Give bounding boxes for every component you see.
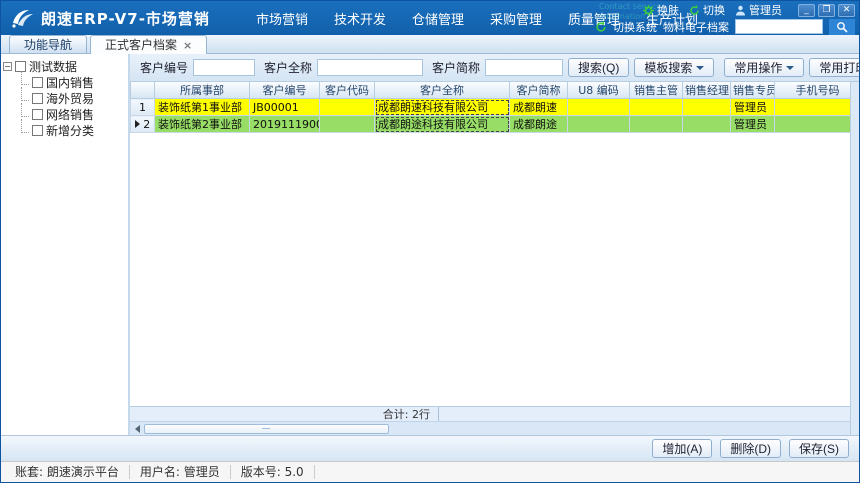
checkbox[interactable] bbox=[32, 77, 43, 88]
col-shortname[interactable]: 客户简称 bbox=[510, 82, 568, 99]
tree-node-new-category[interactable]: 新增分类 bbox=[17, 122, 126, 138]
search-go-button[interactable] bbox=[829, 19, 855, 35]
tab-close-icon[interactable]: × bbox=[183, 40, 192, 51]
action-bar: 增加(A) 删除(D) 保存(S) bbox=[1, 435, 859, 461]
current-row-icon bbox=[135, 120, 140, 128]
col-customer-code[interactable]: 客户代码 bbox=[320, 82, 375, 99]
category-tree: − 测试数据 国内销售 海外贸易 网络销售 新 bbox=[1, 54, 130, 435]
switch-system-icon bbox=[595, 21, 607, 33]
col-u8-code[interactable]: U8 编码 bbox=[568, 82, 630, 99]
user-icon bbox=[735, 5, 746, 16]
menu-item-tech[interactable]: 技术开发 bbox=[334, 9, 386, 28]
customer-no-label: 客户编号 bbox=[140, 59, 188, 76]
customer-no-input[interactable] bbox=[193, 59, 255, 76]
status-account: 账套: 朗速演示平台 bbox=[5, 465, 130, 479]
table-row[interactable]: 2 装饰纸第2事业部 201911190001 成都朗途科技有限公司 成都朗途 … bbox=[131, 116, 851, 133]
menu-item-warehouse[interactable]: 仓储管理 bbox=[412, 9, 464, 28]
table-row[interactable]: 1 装饰纸第1事业部 JB00001 成都朗速科技有限公司 成都朗速 管理员 bbox=[131, 99, 851, 116]
titlebar: 朗速ERP-V7-市场营销 市场营销 技术开发 仓储管理 采购管理 质量管理 生… bbox=[1, 1, 859, 35]
scrollbar-thumb[interactable] bbox=[144, 424, 389, 434]
close-button[interactable]: ✕ bbox=[838, 4, 855, 17]
col-sales-manager[interactable]: 销售经理 bbox=[683, 82, 731, 99]
user-button[interactable]: 管理员 bbox=[735, 2, 782, 18]
content-panel: 客户编号 客户全称 客户简称 搜索(Q) 模板搜索 常用操作 常用打印 帮助文档 bbox=[130, 54, 859, 435]
search-icon bbox=[836, 21, 848, 33]
customer-grid: 所属事部 客户编号 客户代码 客户全称 客户简称 U8 编码 销售主管 销售经理… bbox=[130, 81, 859, 435]
vertical-scrollbar[interactable] bbox=[850, 82, 859, 435]
filter-toolbar: 客户编号 客户全称 客户简称 搜索(Q) 模板搜索 常用操作 常用打印 帮助文档 bbox=[130, 54, 859, 81]
col-department[interactable]: 所属事部 bbox=[155, 82, 250, 99]
refresh-icon bbox=[689, 5, 700, 16]
customer-fullname-label: 客户全称 bbox=[264, 59, 312, 76]
status-version: 版本号: 5.0 bbox=[231, 465, 315, 479]
col-sales-supervisor[interactable]: 销售主管 bbox=[630, 82, 683, 99]
search-button[interactable]: 搜索(Q) bbox=[568, 58, 629, 77]
app-logo-icon bbox=[9, 7, 35, 29]
grid-summary: 合计: 2行 bbox=[130, 406, 850, 421]
add-button[interactable]: 增加(A) bbox=[652, 439, 712, 458]
restore-button[interactable]: ❐ bbox=[818, 4, 835, 17]
delete-button[interactable]: 删除(D) bbox=[720, 439, 781, 458]
checkbox[interactable] bbox=[32, 125, 43, 136]
skin-button[interactable]: 换肤 bbox=[643, 2, 679, 18]
customer-shortname-label: 客户简称 bbox=[432, 59, 480, 76]
grid-header-row: 所属事部 客户编号 客户代码 客户全称 客户简称 U8 编码 销售主管 销售经理… bbox=[131, 82, 851, 99]
collapse-icon[interactable]: − bbox=[3, 62, 12, 71]
switch-system-link[interactable]: 切换系统 bbox=[613, 19, 657, 35]
menu-item-purchase[interactable]: 采购管理 bbox=[490, 9, 542, 28]
titlebar-right: 换肤 切换 管理员 _ ❐ ✕ 切换系统 物料电子档 bbox=[595, 1, 855, 35]
global-search-input[interactable] bbox=[735, 19, 823, 34]
col-sales-rep[interactable]: 销售专员 bbox=[731, 82, 775, 99]
chevron-down-icon bbox=[786, 66, 794, 70]
status-bar: 账套: 朗速演示平台 用户名: 管理员 版本号: 5.0 bbox=[1, 461, 859, 482]
tree-node-online[interactable]: 网络销售 bbox=[17, 106, 126, 122]
tree-node-overseas[interactable]: 海外贸易 bbox=[17, 90, 126, 106]
checkbox[interactable] bbox=[15, 61, 26, 72]
col-customer-no[interactable]: 客户编号 bbox=[250, 82, 320, 99]
minimize-button[interactable]: _ bbox=[798, 4, 815, 17]
material-archive-link[interactable]: 物料电子档案 bbox=[663, 19, 729, 35]
save-button[interactable]: 保存(S) bbox=[789, 439, 849, 458]
tab-function-nav[interactable]: 功能导航 bbox=[9, 35, 87, 53]
tab-customer-archive[interactable]: 正式客户档案 × bbox=[90, 35, 207, 54]
tree-node-domestic[interactable]: 国内销售 bbox=[17, 74, 126, 90]
checkbox[interactable] bbox=[32, 93, 43, 104]
main-area: − 测试数据 国内销售 海外贸易 网络销售 新 bbox=[1, 54, 859, 435]
col-mobile[interactable]: 手机号码 bbox=[775, 82, 851, 99]
menu-item-marketing[interactable]: 市场营销 bbox=[256, 9, 308, 28]
app-title: 朗速ERP-V7-市场营销 bbox=[41, 8, 210, 29]
tabstrip: 功能导航 正式客户档案 × bbox=[1, 35, 859, 54]
horizontal-scrollbar[interactable] bbox=[130, 421, 850, 435]
app-window: 朗速ERP-V7-市场营销 市场营销 技术开发 仓储管理 采购管理 质量管理 生… bbox=[0, 0, 860, 483]
template-search-button[interactable]: 模板搜索 bbox=[634, 58, 714, 77]
common-print-button[interactable]: 常用打印 bbox=[809, 58, 859, 77]
customer-shortname-input[interactable] bbox=[485, 59, 563, 76]
grid-empty-space bbox=[130, 133, 850, 406]
status-user: 用户名: 管理员 bbox=[130, 465, 231, 479]
switch-button[interactable]: 切换 bbox=[689, 2, 725, 18]
common-ops-button[interactable]: 常用操作 bbox=[724, 58, 804, 77]
scroll-left-icon[interactable] bbox=[130, 422, 144, 436]
col-fullname[interactable]: 客户全称 bbox=[375, 82, 510, 99]
chevron-down-icon bbox=[696, 66, 704, 70]
gear-icon bbox=[643, 5, 654, 16]
row-count-total: 合计: 2行 bbox=[375, 407, 439, 422]
customer-fullname-input[interactable] bbox=[317, 59, 423, 76]
checkbox[interactable] bbox=[32, 109, 43, 120]
